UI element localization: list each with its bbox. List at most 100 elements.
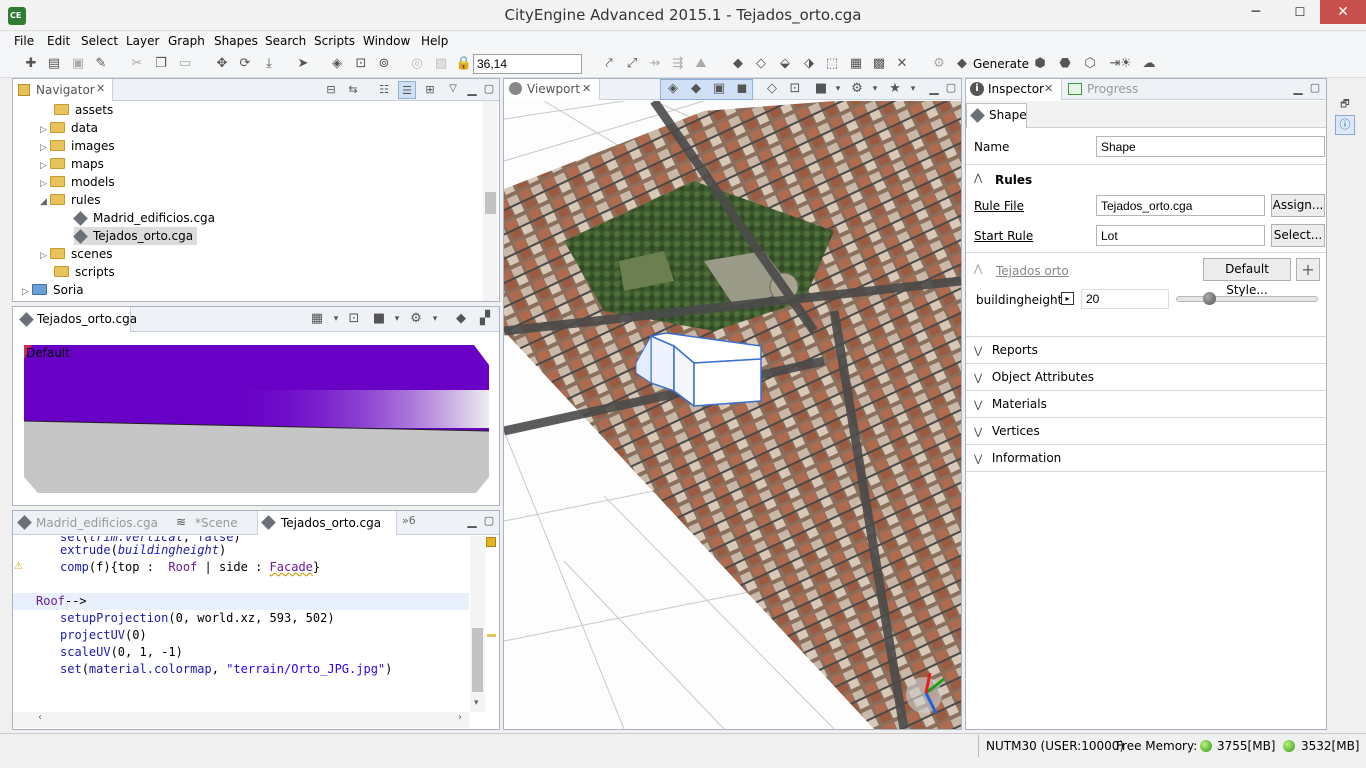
cleanup-models-icon[interactable]: ⬡ bbox=[1081, 55, 1099, 73]
tree-item-scenes[interactable]: ▷ scenes bbox=[40, 245, 112, 263]
update-seed-icon[interactable]: ⬣ bbox=[1056, 55, 1074, 73]
expand-arrow-icon[interactable]: ▷ bbox=[40, 247, 50, 265]
dropdown-icon[interactable]: ▾ bbox=[327, 310, 345, 328]
layout-icon[interactable]: ▞ bbox=[476, 310, 494, 328]
street-add-icon[interactable]: ⤢ bbox=[623, 55, 641, 73]
editor-tab-tejados[interactable]: Tejados_orto.cga bbox=[281, 516, 381, 530]
rule-file-link[interactable]: Rule File bbox=[974, 199, 1024, 213]
save-icon[interactable]: ▣ bbox=[69, 55, 87, 73]
close-tab-icon[interactable]: ✕ bbox=[1044, 82, 1053, 95]
section-reports[interactable]: ⋁ Reports bbox=[966, 337, 1326, 364]
expand-arrow-icon[interactable]: ▷ bbox=[22, 283, 32, 301]
street-merge-icon[interactable]: ⇶ bbox=[669, 55, 687, 73]
copy-icon[interactable]: ❐ bbox=[152, 55, 170, 73]
viewport-maximize-icon[interactable]: ▢ bbox=[942, 79, 960, 97]
collapse-chevron-icon[interactable]: ⋀ bbox=[974, 264, 982, 275]
tree-item-rules[interactable]: ◢ rules bbox=[40, 191, 101, 209]
menu-search[interactable]: Search bbox=[265, 34, 306, 48]
overview-marker[interactable] bbox=[487, 634, 496, 637]
grid-icon[interactable]: ▦ bbox=[308, 310, 326, 328]
menu-select[interactable]: Select bbox=[81, 34, 118, 48]
section-vertices[interactable]: ⋁ Vertices bbox=[966, 418, 1326, 445]
lock-icon[interactable]: 🔒 bbox=[455, 55, 473, 73]
camera-icon[interactable]: ■ bbox=[812, 80, 830, 98]
tree-item-soria[interactable]: ▷ Soria bbox=[22, 281, 84, 299]
uv-icon[interactable]: ▩ bbox=[870, 55, 888, 73]
tree-item-assets[interactable]: assets bbox=[54, 101, 113, 119]
menu-scripts[interactable]: Scripts bbox=[314, 34, 355, 48]
wand-icon[interactable]: ✎ bbox=[92, 55, 110, 73]
new-icon[interactable]: ✚ bbox=[22, 55, 40, 73]
section-information[interactable]: ⋁ Information bbox=[966, 445, 1326, 472]
gear-icon[interactable]: ⚙ bbox=[407, 310, 425, 328]
frame-icon[interactable]: ⊡ bbox=[786, 80, 804, 98]
shape-create-icon[interactable]: ◆ bbox=[729, 55, 747, 73]
filter-icon[interactable]: ☰ bbox=[398, 81, 416, 99]
editor-tab-overflow[interactable]: »6 bbox=[402, 514, 416, 527]
tools-icon[interactable]: ✕ bbox=[893, 55, 911, 73]
cut-icon[interactable]: ✂ bbox=[128, 55, 146, 73]
preview-canvas[interactable]: Default bbox=[24, 345, 489, 493]
paste-icon[interactable]: ▭ bbox=[176, 55, 194, 73]
sun-icon[interactable]: ☀ bbox=[1117, 55, 1135, 73]
editor-minimize-icon[interactable]: ▁ bbox=[463, 512, 481, 530]
wireframe-icon[interactable]: ◈ bbox=[664, 80, 682, 98]
collapse-all-icon[interactable]: ⊟ bbox=[322, 81, 340, 99]
menu-edit[interactable]: Edit bbox=[47, 34, 70, 48]
start-rule-input[interactable] bbox=[1096, 225, 1265, 246]
assign-button[interactable]: Assign... bbox=[1271, 194, 1325, 217]
camera-icon[interactable]: ■ bbox=[370, 310, 388, 328]
select-lasso-icon[interactable]: ⊚ bbox=[375, 55, 393, 73]
generate-icon[interactable]: ◆ bbox=[452, 310, 470, 328]
scroll-right-icon[interactable]: › bbox=[458, 712, 462, 723]
param-slider[interactable] bbox=[1176, 296, 1318, 302]
open-folder-icon[interactable]: ▤ bbox=[45, 55, 63, 73]
inspector-minimize-icon[interactable]: ▁ bbox=[1289, 79, 1307, 97]
shape-edit-icon[interactable]: ◇ bbox=[752, 55, 770, 73]
shape-subdivide-icon[interactable]: ⬗ bbox=[800, 55, 818, 73]
inspector-maximize-icon[interactable]: ▢ bbox=[1306, 79, 1324, 97]
view-menu-icon[interactable]: ▽ bbox=[444, 80, 462, 98]
close-tab-icon[interactable]: ✕ bbox=[582, 82, 591, 95]
param-value-input[interactable] bbox=[1081, 289, 1169, 309]
select-shape-icon[interactable]: ◈ bbox=[328, 55, 346, 73]
bookmark-icon[interactable]: ◇ bbox=[763, 80, 781, 98]
collapse-arrow-icon[interactable]: ◢ bbox=[40, 193, 50, 211]
section-object-attributes[interactable]: ⋁ Object Attributes bbox=[966, 364, 1326, 391]
editor-tab-scene[interactable]: *Scene bbox=[195, 516, 238, 530]
connect-icon[interactable]: ▸ bbox=[1061, 292, 1074, 305]
regenerate-icon[interactable]: ⬢ bbox=[1031, 55, 1049, 73]
gear-icon[interactable]: ⚙ bbox=[848, 80, 866, 98]
menu-window[interactable]: Window bbox=[363, 34, 410, 48]
tree-item-data[interactable]: ▷ data bbox=[40, 119, 98, 137]
scroll-left-icon[interactable]: ‹ bbox=[38, 712, 42, 723]
collapse-chevron-icon[interactable]: ⋀ bbox=[974, 173, 982, 184]
box-gray-icon[interactable]: ▨ bbox=[432, 55, 450, 73]
start-rule-link[interactable]: Start Rule bbox=[974, 229, 1033, 243]
dropdown-icon[interactable]: ▾ bbox=[829, 80, 847, 98]
dropdown-icon[interactable]: ▾ bbox=[426, 310, 444, 328]
tree-view-icon[interactable]: ☷ bbox=[375, 81, 393, 99]
rotate-icon[interactable]: ⟳ bbox=[236, 55, 254, 73]
menu-shapes[interactable]: Shapes bbox=[214, 34, 258, 48]
minimize-button[interactable]: ─ bbox=[1236, 0, 1276, 24]
terrain-icon[interactable]: ⛰ bbox=[692, 55, 710, 73]
tree-item-images[interactable]: ▷ images bbox=[40, 137, 115, 155]
overview-warning-marker[interactable] bbox=[486, 537, 496, 547]
tree-item-models[interactable]: ▷ models bbox=[40, 173, 115, 191]
rule-group-label[interactable]: Tejados orto bbox=[996, 264, 1069, 278]
nav-maximize-icon[interactable]: ▢ bbox=[480, 80, 498, 98]
progress-tab[interactable]: Progress bbox=[1087, 82, 1138, 96]
street-edit-icon[interactable]: ⇸ bbox=[646, 55, 664, 73]
warning-icon[interactable]: ⚠ bbox=[14, 561, 23, 572]
add-button[interactable]: + bbox=[1296, 258, 1320, 281]
coordinate-input[interactable] bbox=[473, 54, 582, 74]
select-frame-icon[interactable]: ⊡ bbox=[352, 55, 370, 73]
generate-icon[interactable]: ◆ bbox=[953, 55, 971, 73]
dropdown-icon[interactable]: ▾ bbox=[904, 80, 922, 98]
menu-file[interactable]: File bbox=[14, 34, 34, 48]
viewport-3d-scene[interactable] bbox=[504, 101, 961, 729]
close-button[interactable]: ✕ bbox=[1320, 0, 1366, 24]
nav-minimize-icon[interactable]: ▁ bbox=[463, 80, 481, 98]
generate-gray-icon[interactable]: ⚙ bbox=[930, 55, 948, 73]
